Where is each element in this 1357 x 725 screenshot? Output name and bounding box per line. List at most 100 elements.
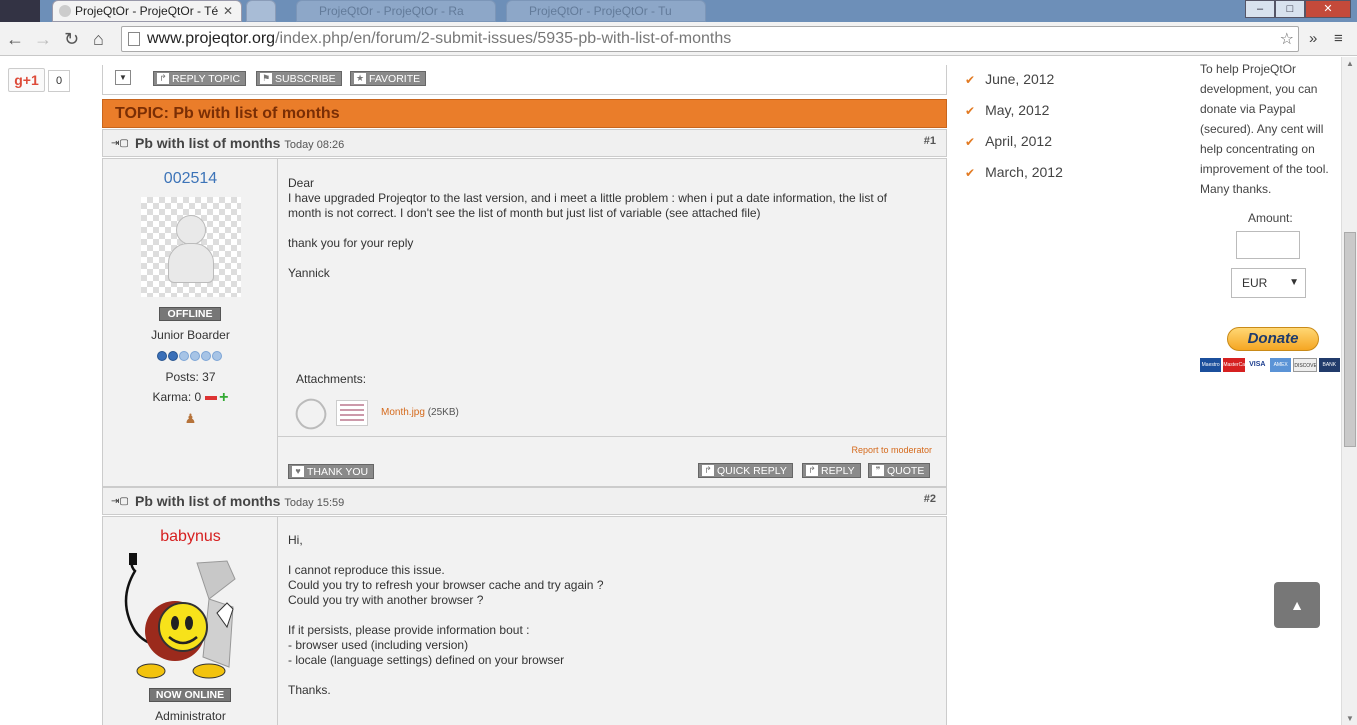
bank-card-icon: BANK: [1318, 358, 1340, 372]
forward-arrow-icon[interactable]: →: [34, 29, 52, 49]
chevron-down-icon[interactable]: ▼: [115, 70, 131, 85]
page-icon: [128, 32, 140, 46]
tab-title: ProjeQtOr - ProjeQtOr - Ra: [319, 4, 464, 18]
report-link[interactable]: Report to moderator: [851, 445, 932, 455]
post-number[interactable]: #1: [924, 135, 936, 147]
attachment-link[interactable]: Month.jpg: [381, 407, 425, 418]
amex-card-icon: AMEX: [1269, 358, 1292, 372]
web-page: g+1 0 ▼ ↱ REPLY TOPIC ⚑ SUBSCRIBE ★ FAVORIT…: [0, 57, 1357, 725]
thank-you-label: THANK YOU: [307, 466, 369, 478]
scroll-down-icon[interactable]: ▼: [1346, 714, 1354, 723]
user-posts: Posts: 37: [165, 370, 216, 384]
reply-topic-label: REPLY TOPIC: [172, 73, 241, 85]
chevron-up-icon: ▲: [1290, 597, 1304, 613]
heart-icon: ♥: [292, 466, 304, 477]
scroll-up-icon[interactable]: ▲: [1346, 59, 1354, 68]
star-icon: ★: [354, 73, 366, 84]
karma-plus-icon[interactable]: +: [219, 389, 228, 405]
donate-line: Many thanks.: [1200, 182, 1272, 196]
post-number[interactable]: #2: [924, 493, 936, 505]
message-line: Could you try with another browser ?: [288, 593, 484, 607]
paperclip-icon: [290, 393, 332, 435]
archive-item[interactable]: ✔ March, 2012: [965, 164, 1063, 180]
status-badge: OFFLINE: [159, 307, 221, 321]
tab-background-2[interactable]: ProjeQtOr - ProjeQtOr - Tu: [506, 0, 706, 22]
check-icon: ✔: [965, 135, 976, 149]
new-tab-button[interactable]: [246, 0, 276, 22]
donate-button[interactable]: Donate: [1227, 327, 1319, 351]
message-line: I have upgraded Projeqtor to the last ve…: [288, 191, 888, 205]
quote-label: QUOTE: [887, 465, 925, 477]
amount-input[interactable]: [1236, 231, 1300, 259]
back-to-top-button[interactable]: ▲: [1274, 582, 1320, 628]
minimize-button[interactable]: –: [1245, 0, 1275, 18]
flag-icon: ⚑: [260, 73, 272, 84]
post-link-icon[interactable]: ⇥▢: [111, 496, 129, 507]
donate-text: To help ProjeQtOr development, you can d…: [1200, 59, 1340, 199]
message-line: [288, 221, 887, 236]
address-bar[interactable]: www.projeqtor.org/index.php/en/forum/2-s…: [121, 26, 1299, 52]
subscribe-button[interactable]: ⚑ SUBSCRIBE: [256, 71, 342, 86]
reload-icon[interactable]: ↻: [64, 29, 79, 49]
archive-label: March, 2012: [985, 164, 1063, 180]
message-line: [288, 548, 604, 563]
payment-cards: Maestro MasterCard VISA AMEX DISCOVER BA…: [1200, 358, 1340, 374]
message-line: Could you try to refresh your browser ca…: [288, 578, 604, 592]
tab-active[interactable]: ProjeQtOr - ProjeQtOr - Té ✕: [52, 0, 242, 22]
archive-label: April, 2012: [985, 133, 1052, 149]
avatar[interactable]: [117, 553, 267, 685]
home-icon[interactable]: ⌂: [93, 29, 104, 49]
username-link[interactable]: babynus: [103, 528, 278, 546]
favorite-button[interactable]: ★ FAVORITE: [350, 71, 427, 86]
archive-item[interactable]: ✔ May, 2012: [965, 102, 1049, 118]
reply-icon: ↱: [702, 465, 714, 476]
profile-avatar-icon[interactable]: [0, 0, 40, 22]
message-line: Hi,: [288, 533, 303, 547]
message-line: Yannick: [288, 266, 330, 280]
gplus-button[interactable]: g+1: [8, 68, 45, 92]
reply-topic-button[interactable]: ↱ REPLY TOPIC: [153, 71, 247, 86]
close-window-button[interactable]: ✕: [1305, 0, 1351, 18]
close-tab-icon[interactable]: ✕: [223, 1, 233, 21]
thank-you-button[interactable]: ♥ THANK YOU: [288, 464, 375, 479]
back-arrow-icon[interactable]: ←: [6, 29, 24, 49]
reply-button[interactable]: ↱ REPLY: [802, 463, 861, 478]
star-icon[interactable]: ☆: [1280, 29, 1294, 49]
url-path: /index.php/en/forum/2-submit-issues/5935…: [275, 30, 732, 47]
attachment-thumbnail[interactable]: [336, 400, 368, 426]
message-line: month is not correct. I don't see the li…: [288, 206, 761, 220]
post-time: Today 15:59: [284, 497, 345, 509]
browser-tab-bar: ProjeQtOr - ProjeQtOr - Té ✕ ProjeQtOr -…: [0, 0, 1357, 22]
archive-item[interactable]: ✔ April, 2012: [965, 133, 1052, 149]
page-favicon-icon: [59, 5, 71, 17]
message-line: I cannot reproduce this issue.: [288, 563, 445, 577]
tab-background-1[interactable]: ProjeQtOr - ProjeQtOr - Ra: [296, 0, 496, 22]
karma-minus-icon[interactable]: [205, 395, 218, 400]
url-text: www.projeqtor.org/index.php/en/forum/2-s…: [147, 30, 731, 48]
currency-value: EUR: [1242, 276, 1268, 290]
quick-reply-button[interactable]: ↱ QUICK REPLY: [698, 463, 793, 478]
archive-label: June, 2012: [985, 71, 1055, 87]
scrollbar-thumb[interactable]: [1344, 232, 1356, 447]
scrollbar[interactable]: ▲ ▼: [1341, 57, 1357, 725]
forum-column: ▼ ↱ REPLY TOPIC ⚑ SUBSCRIBE ★ FAVORITE TOPI…: [102, 57, 947, 725]
message-line: [288, 251, 887, 266]
attachments-label: Attachments:: [296, 372, 367, 386]
post-link-icon[interactable]: ⇥▢: [111, 138, 129, 149]
avatar[interactable]: [141, 197, 241, 297]
post-header: ⇥▢ Pb with list of months Today 08:26 #1: [102, 129, 947, 157]
quick-reply-label: QUICK REPLY: [717, 465, 787, 477]
post-message: Dear I have upgraded Projeqtor to the la…: [288, 176, 887, 281]
gender-icon: ♟: [184, 411, 197, 426]
extensions-chevron-icon[interactable]: »: [1309, 30, 1317, 47]
post-title: Pb with list of months Today 15:59: [135, 493, 344, 509]
currency-select[interactable]: EUR ▼: [1231, 268, 1306, 298]
post-actions: Report to moderator ♥ THANK YOU ↱ QUICK RE…: [278, 436, 946, 486]
archive-item[interactable]: ✔ June, 2012: [965, 71, 1054, 87]
window-controls: – □ ✕: [1245, 0, 1351, 18]
quote-button[interactable]: ❞ QUOTE: [868, 463, 931, 478]
username-link[interactable]: 002514: [103, 170, 278, 188]
menu-icon[interactable]: ≡: [1334, 30, 1343, 47]
message-line: [288, 608, 604, 623]
maximize-button[interactable]: □: [1275, 0, 1305, 18]
